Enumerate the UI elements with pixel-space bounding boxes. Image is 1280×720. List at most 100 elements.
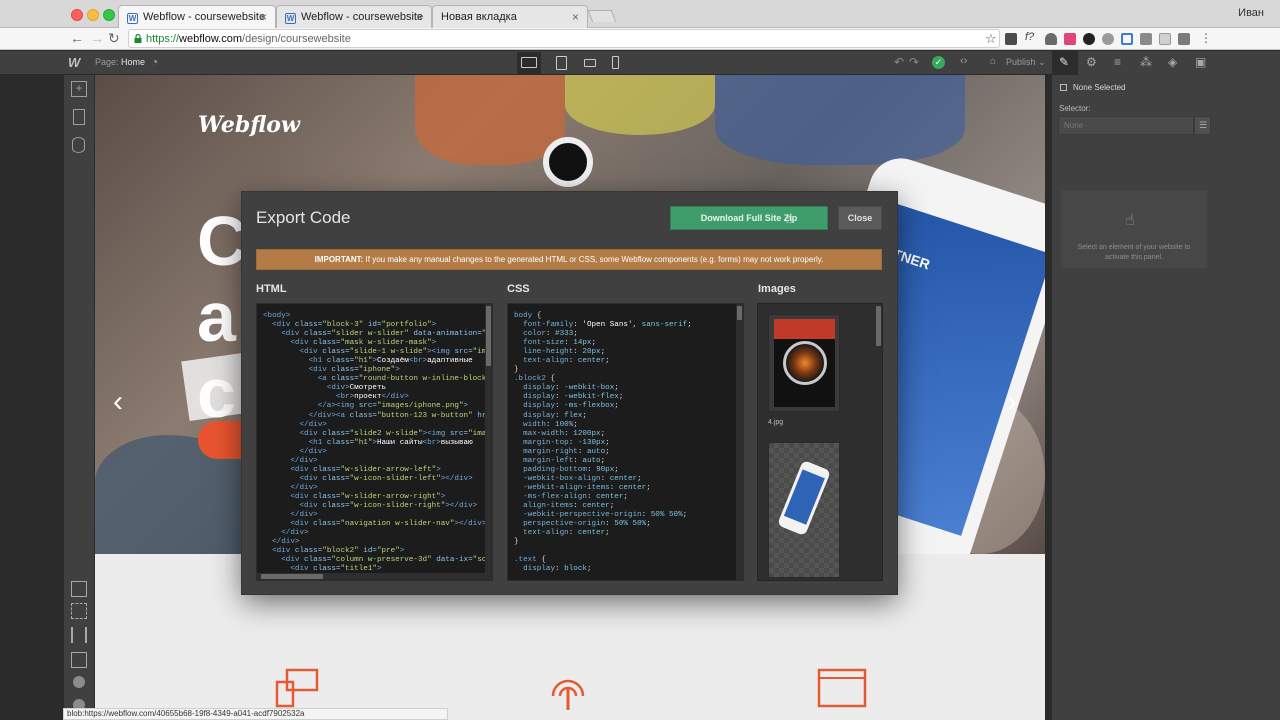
preview-eye-icon[interactable]: ◔ — [151, 55, 158, 69]
secure-lock-icon — [134, 34, 142, 43]
html-code-line: </div> — [299, 447, 327, 456]
screenshot-extension-icon[interactable] — [1121, 33, 1133, 45]
css-code-line: color: #333; — [523, 330, 578, 339]
html-horizontal-scrollbar[interactable] — [257, 573, 487, 580]
css-vertical-scrollbar[interactable] — [736, 304, 743, 580]
mobile-portrait-view-button[interactable] — [604, 52, 628, 74]
html-code-pane[interactable]: <body> <div class="block-3" id="portfoli… — [256, 303, 493, 581]
devices-icon — [275, 668, 319, 708]
selector-options-button[interactable]: ☰ — [1194, 116, 1211, 135]
brush-icon: ✎ — [1059, 55, 1070, 69]
tablet-view-button[interactable] — [550, 52, 574, 74]
close-tab-icon[interactable]: × — [260, 10, 267, 24]
interactions-icon[interactable]: ⁂ — [1140, 55, 1152, 69]
reload-icon[interactable]: ↻ — [108, 30, 120, 47]
tab-label: Webflow - coursewebsite — [143, 11, 266, 23]
html-code-line: <h1 class="h1">Наши сайты<br>вызываю — [308, 438, 473, 447]
dark-extension-icon[interactable] — [1083, 33, 1095, 45]
html-code-line: <div class="block-3" id="portfolio"> — [272, 321, 437, 330]
images-vertical-scrollbar[interactable] — [875, 304, 882, 580]
css-code-line: display: -ms-flexbox; — [523, 402, 619, 411]
site-logo[interactable]: Webflow — [198, 112, 300, 138]
selection-status: None Selected — [1060, 83, 1125, 92]
camera-extension-icon[interactable] — [1064, 33, 1076, 45]
css-code-line: } — [514, 366, 519, 375]
css-code-line: font-family: 'Open Sans', sans-serif; — [523, 321, 692, 330]
html-code-line: <div class="iphone"> — [308, 366, 400, 375]
print-extension-icon[interactable] — [1178, 33, 1190, 45]
tab-style[interactable]: ✎ — [1052, 51, 1078, 75]
page-name: Home — [121, 57, 146, 67]
turbine-disc — [783, 341, 827, 385]
selection-box-icon[interactable] — [71, 603, 87, 619]
circle-extension-icon[interactable] — [1102, 33, 1114, 45]
maximize-window-button[interactable] — [103, 9, 115, 21]
mobile-landscape-view-button[interactable] — [578, 52, 602, 74]
html-code-line: <div class="block2" id="pre"> — [272, 547, 405, 556]
profile-name[interactable]: Иван — [1238, 7, 1264, 19]
html-code-line: </div> — [290, 483, 318, 492]
image-thumbnail[interactable] — [768, 442, 840, 578]
url-scheme: https:// — [146, 33, 180, 45]
new-tab-button[interactable] — [587, 10, 617, 22]
publish-rocket-icon: ⌂ — [990, 56, 997, 67]
cms-database-icon[interactable] — [72, 137, 85, 153]
modal-title: Export Code — [256, 208, 351, 227]
empty-selection-hint: Select an element of your website to act… — [1077, 244, 1191, 261]
publish-button[interactable]: Publish ⌄ — [1006, 57, 1046, 68]
navigator-select-icon[interactable] — [71, 581, 87, 597]
saved-check-icon: ✓ — [932, 56, 945, 69]
back-arrow-icon[interactable]: ← — [70, 30, 84, 46]
forward-arrow-icon[interactable]: → — [90, 30, 104, 46]
browser-tab-1[interactable]: W Webflow - coursewebsite × — [118, 5, 276, 28]
browser-menu-icon[interactable]: ⋮ — [1200, 31, 1212, 45]
pocket-extension-icon[interactable] — [1005, 33, 1017, 45]
bookmark-star-icon[interactable]: ☆ — [985, 31, 997, 47]
browser-status-url: blob:https://webflow.com/40655b68-19f8-4… — [63, 708, 448, 720]
images-pane[interactable]: 4.jpg — [757, 303, 883, 581]
css-code-line: display: -webkit-flex; — [523, 393, 624, 402]
slider-arrow-right-icon[interactable]: › — [1007, 385, 1017, 419]
selector-input[interactable]: None — [1058, 116, 1194, 135]
pages-icon[interactable] — [73, 109, 85, 125]
close-tab-icon[interactable]: × — [572, 10, 579, 24]
hero-heading[interactable]: C a c — [197, 203, 248, 431]
html-code-line: <div class="slide2 w-slide"><img src="im… — [299, 429, 491, 438]
close-tab-icon[interactable]: × — [416, 10, 423, 24]
assets-icon[interactable]: ▣ — [1195, 55, 1206, 69]
html-vertical-scrollbar[interactable] — [485, 304, 492, 580]
browser-tab-2[interactable]: W Webflow - coursewebsite × — [276, 5, 432, 28]
desktop-view-button[interactable] — [517, 52, 541, 74]
image-thumbnail[interactable] — [768, 314, 840, 412]
browser-tab-bar: W Webflow - coursewebsite × W Webflow - co… — [0, 0, 1280, 28]
add-element-icon[interactable]: + — [71, 81, 87, 97]
hero-cta-button[interactable] — [198, 421, 242, 459]
download-zip-button[interactable]: Download Full Site Zip — [670, 206, 828, 230]
css-code-line: text-align: center; — [523, 357, 610, 366]
square-extension-icon[interactable] — [1159, 33, 1171, 45]
close-button[interactable]: Close — [838, 206, 882, 230]
close-window-button[interactable] — [71, 9, 83, 21]
browser-tab-3[interactable]: Новая вкладка × — [432, 5, 588, 28]
webflow-logo[interactable]: W — [68, 55, 80, 70]
photo-extension-icon[interactable] — [1140, 33, 1152, 45]
slider-arrow-left-icon[interactable]: ‹ — [113, 385, 123, 419]
redo-icon[interactable]: ↷ — [909, 55, 919, 69]
css-code-pane[interactable]: body { font-family: 'Open Sans', sans-se… — [507, 303, 744, 581]
undo-icon[interactable]: ↶ — [894, 55, 904, 69]
hand-extension-icon[interactable] — [1045, 33, 1057, 45]
css-code-line: text-align: center; — [523, 529, 610, 538]
gear-icon[interactable]: ⚙ — [1086, 55, 1097, 69]
navigator-icon[interactable]: ≡ — [1114, 55, 1121, 69]
url-domain: webflow.com — [179, 33, 243, 45]
formula-extension-icon[interactable]: f? — [1025, 31, 1034, 43]
page-selector[interactable]: Page: Home — [95, 57, 145, 67]
export-code-icon[interactable]: ‹› — [960, 55, 967, 67]
url-field[interactable]: https://webflow.com/design/coursewebsite — [128, 29, 1000, 48]
html-code-line: <div class="w-slider-arrow-right"> — [290, 492, 446, 501]
users-icon[interactable] — [73, 676, 85, 688]
minimize-window-button[interactable] — [87, 9, 99, 21]
symbols-icon[interactable]: ◈ — [1168, 55, 1177, 69]
guides-icon[interactable] — [71, 627, 87, 643]
style-manager-icon[interactable] — [71, 652, 87, 668]
